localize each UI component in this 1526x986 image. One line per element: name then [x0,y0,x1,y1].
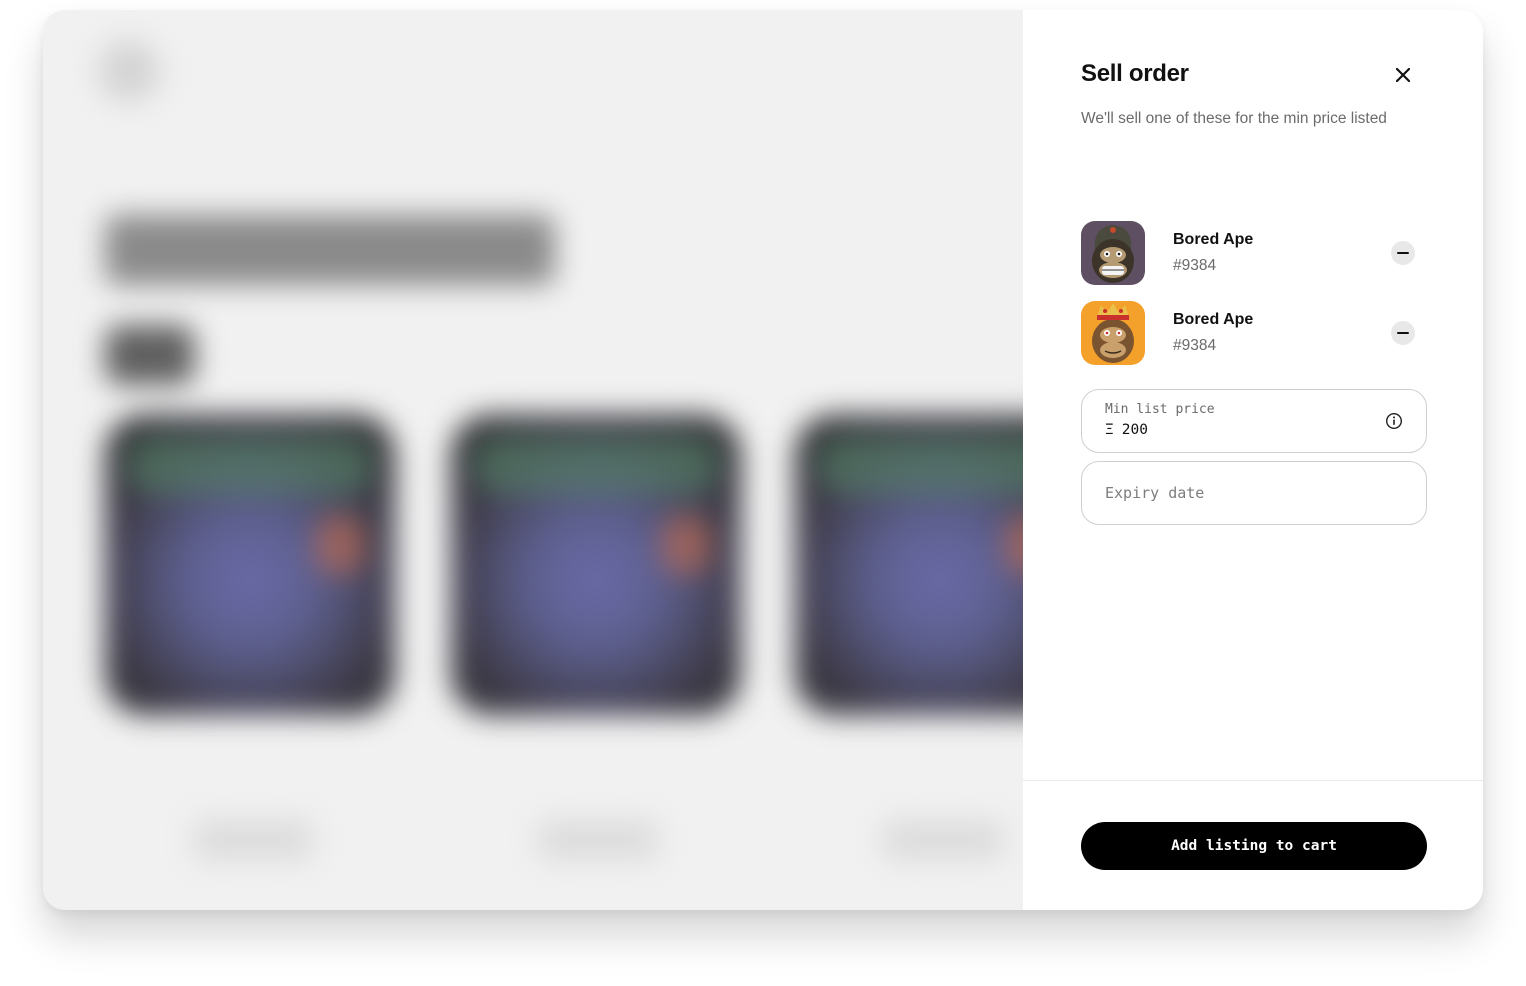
blurred-background [43,10,1085,910]
background-card [451,415,741,715]
minus-icon [1397,332,1409,334]
footer-divider [1023,780,1483,781]
expiry-date-field[interactable]: Expiry date [1081,461,1427,525]
close-icon [1396,68,1410,82]
nft-token-id: #9384 [1173,337,1217,354]
min-price-value: 200 [1121,422,1148,438]
remove-item-button[interactable] [1391,241,1415,265]
minus-icon [1397,252,1409,254]
info-icon[interactable] [1385,412,1403,430]
list-item: Bored Ape #9384 [1081,301,1421,367]
app-window: Sell order We'll sell one of these for t… [43,10,1483,910]
nft-token-id: #9384 [1173,257,1217,274]
background-caption [538,820,658,860]
add-listing-to-cart-button[interactable]: Add listing to cart [1081,822,1427,870]
nft-thumbnail [1081,221,1145,285]
ape-avatar-icon [1081,221,1145,285]
panel-title: Sell order [1081,60,1189,87]
eth-currency-icon: Ξ [1105,422,1114,438]
background-logo [98,40,160,102]
nft-name: Bored Ape [1173,311,1254,328]
background-card [105,415,395,715]
nft-thumbnail [1081,301,1145,365]
min-price-field[interactable]: Min list price Ξ 200 [1081,389,1427,453]
close-button[interactable] [1388,60,1418,90]
expiry-date-placeholder: Expiry date [1105,484,1205,502]
sell-order-panel: Sell order We'll sell one of these for t… [1023,10,1483,910]
panel-subtitle: We'll sell one of these for the min pric… [1081,110,1387,127]
list-item: Bored Ape #9384 [1081,221,1421,287]
background-caption [883,820,1003,860]
background-chip [105,325,195,385]
remove-item-button[interactable] [1391,321,1415,345]
background-caption [193,820,313,860]
min-price-input[interactable]: Ξ 200 [1105,422,1148,438]
background-heading [105,215,555,285]
nft-name: Bored Ape [1173,231,1254,248]
ape-avatar-icon [1081,301,1145,365]
min-price-label: Min list price [1105,402,1215,417]
